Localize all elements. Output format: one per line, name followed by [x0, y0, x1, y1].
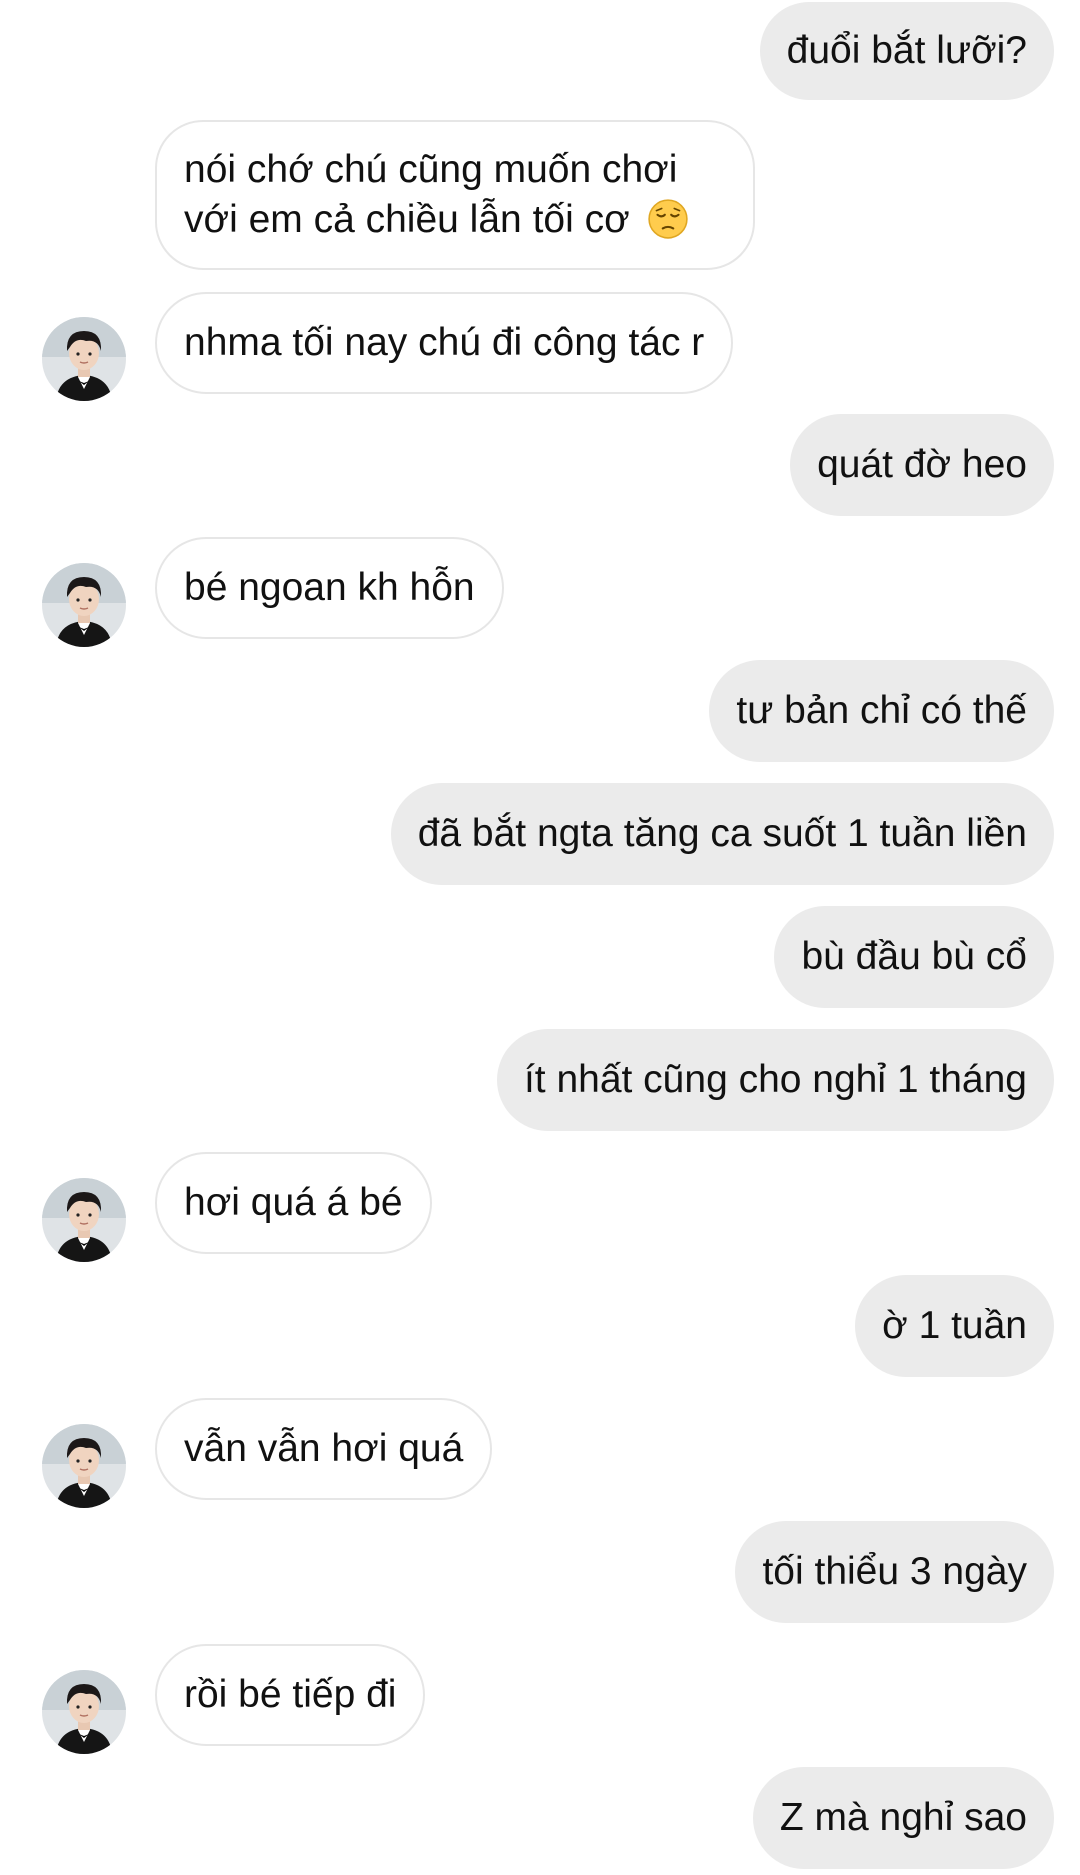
incoming-message-bubble[interactable]: nhma tối nay chú đi công tác r: [155, 292, 734, 394]
contact-avatar[interactable]: [42, 1424, 126, 1508]
message-text: quát đờ heo: [817, 443, 1027, 486]
contact-avatar[interactable]: [42, 317, 126, 401]
incoming-message-bubble[interactable]: rồi bé tiếp đi: [155, 1644, 426, 1746]
message-text: đã bắt ngta tăng ca suốt 1 tuần liền: [417, 812, 1027, 855]
chat-conversation: đuổi bắt lưỡi? nói chớ chú cũng muốn chơ…: [0, 0, 1080, 1875]
pensive-face-emoji: [647, 199, 688, 239]
outgoing-message-bubble[interactable]: đã bắt ngta tăng ca suốt 1 tuần liền: [390, 783, 1054, 885]
outgoing-message-bubble[interactable]: tối thiểu 3 ngày: [735, 1521, 1054, 1623]
outgoing-message-bubble[interactable]: Z mà nghỉ sao: [752, 1767, 1054, 1869]
message-text: tối thiểu 3 ngày: [762, 1550, 1027, 1593]
outgoing-message-bubble[interactable]: quát đờ heo: [790, 414, 1054, 516]
contact-avatar[interactable]: [42, 563, 126, 647]
incoming-message-bubble[interactable]: hơi quá á bé: [155, 1152, 432, 1254]
outgoing-message-bubble[interactable]: đuổi bắt lưỡi?: [759, 2, 1054, 100]
incoming-message-bubble[interactable]: bé ngoan kh hỗn: [155, 537, 504, 639]
message-text: ờ 1 tuần: [882, 1304, 1027, 1347]
message-text: bù đầu bù cổ: [801, 935, 1027, 978]
message-text: đuổi bắt lưỡi?: [786, 29, 1027, 72]
message-text: nhma tối nay chú đi công tác r: [184, 321, 705, 364]
outgoing-message-bubble[interactable]: bù đầu bù cổ: [774, 906, 1054, 1008]
contact-avatar[interactable]: [42, 1178, 126, 1262]
outgoing-message-bubble[interactable]: ít nhất cũng cho nghỉ 1 tháng: [496, 1029, 1054, 1131]
outgoing-message-bubble[interactable]: tư bản chỉ có thế: [709, 660, 1054, 762]
message-text: hơi quá á bé: [184, 1181, 403, 1224]
outgoing-message-bubble[interactable]: ờ 1 tuần: [855, 1275, 1054, 1377]
contact-avatar[interactable]: [42, 1670, 126, 1754]
message-text: nói chớ chú cũng muốn chơi với em cả chi…: [184, 145, 726, 245]
message-text: tư bản chỉ có thế: [736, 689, 1027, 732]
message-text: ít nhất cũng cho nghỉ 1 tháng: [523, 1058, 1027, 1101]
message-text: bé ngoan kh hỗn: [184, 566, 475, 609]
message-text: rồi bé tiếp đi: [184, 1673, 397, 1716]
incoming-message-bubble[interactable]: vẫn vẫn hơi quá: [155, 1398, 493, 1500]
message-text: vẫn vẫn hơi quá: [184, 1427, 464, 1470]
message-text: Z mà nghỉ sao: [779, 1796, 1027, 1839]
incoming-message-bubble[interactable]: nói chớ chú cũng muốn chơi với em cả chi…: [155, 120, 755, 270]
